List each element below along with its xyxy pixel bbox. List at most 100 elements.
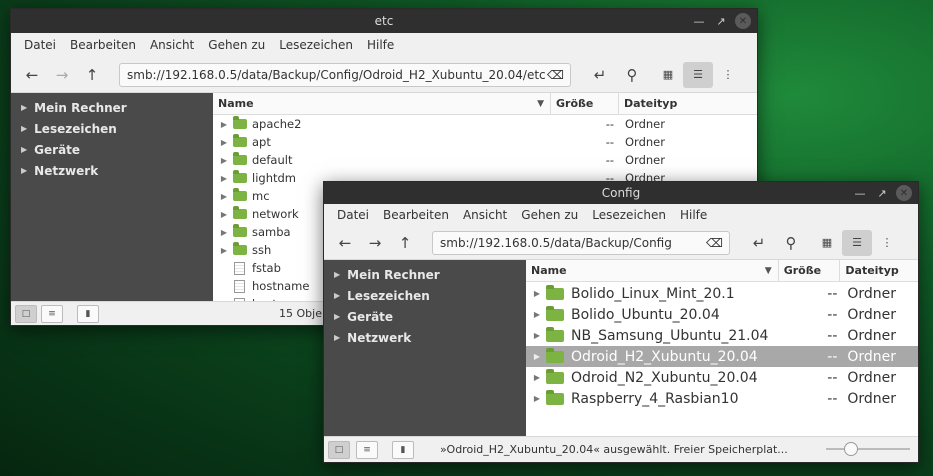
column-size[interactable]: Größe (551, 93, 619, 114)
zoom-slider-handle[interactable] (844, 442, 858, 456)
places-toggle-icon[interactable]: □ (15, 304, 37, 323)
list-item[interactable]: ▶ apache2 -- Ordner (213, 115, 757, 133)
sidebar-item-geraete[interactable]: ▶ Geräte (11, 139, 213, 160)
row-size: -- (827, 390, 838, 407)
column-name[interactable]: Name ▼ (213, 93, 551, 114)
minimize-icon[interactable]: — (852, 185, 868, 201)
expand-arrow-icon[interactable]: ▶ (334, 333, 340, 342)
arrow-left-icon[interactable]: ← (17, 62, 47, 88)
zoom-slider[interactable] (826, 442, 910, 456)
grid-view-icon[interactable]: ▦ (812, 230, 842, 256)
list-item[interactable]: ▶ Odroid_H2_Xubuntu_20.04 -- Ordner (526, 346, 918, 367)
column-type[interactable]: Dateityp (840, 260, 918, 281)
tree-toggle-icon[interactable]: ≡ (356, 440, 378, 459)
list-item[interactable]: ▶ Bolido_Linux_Mint_20.1 -- Ordner (526, 283, 918, 304)
expand-arrow-icon[interactable]: ▶ (334, 291, 340, 300)
expand-arrow-icon[interactable]: ▶ (217, 156, 231, 165)
list-item[interactable]: ▶ NB_Samsung_Ubuntu_21.04 -- Ordner (526, 325, 918, 346)
titlebar[interactable]: etc — ↗ ✕ (11, 9, 757, 33)
list-view-icon[interactable]: ☰ (683, 61, 713, 88)
expand-arrow-icon[interactable]: ▶ (530, 373, 544, 382)
expand-arrow-icon[interactable]: ▶ (530, 289, 544, 298)
sidebar-item-mein-rechner[interactable]: ▶ Mein Rechner (324, 264, 526, 285)
minimize-icon[interactable]: — (691, 13, 707, 29)
expand-arrow-icon[interactable]: ▶ (21, 166, 27, 175)
menu-hilfe[interactable]: Hilfe (673, 208, 714, 222)
compact-view-icon[interactable]: ⋮ (713, 62, 743, 88)
location-toggle-icon[interactable]: ↵ (744, 230, 774, 256)
menu-bearbeiten[interactable]: Bearbeiten (63, 38, 143, 52)
sort-down-icon[interactable]: ▼ (537, 99, 544, 109)
expand-arrow-icon[interactable]: ▶ (334, 270, 340, 279)
location-toggle-icon[interactable]: ↵ (585, 62, 615, 88)
expand-arrow-icon[interactable]: ▶ (21, 145, 27, 154)
list-item[interactable]: ▶ Bolido_Ubuntu_20.04 -- Ordner (526, 304, 918, 325)
expand-arrow-icon[interactable]: ▶ (217, 228, 231, 237)
menu-gehen-zu[interactable]: Gehen zu (201, 38, 272, 52)
list-item[interactable]: ▶ apt -- Ordner (213, 133, 757, 151)
folder-icon (233, 116, 247, 129)
arrow-up-icon[interactable]: ↑ (390, 230, 420, 256)
sidebar-item-lesezeichen[interactable]: ▶ Lesezeichen (324, 285, 526, 306)
sidebar-item-geraete[interactable]: ▶ Geräte (324, 306, 526, 327)
arrow-right-icon[interactable]: → (47, 62, 77, 88)
column-size[interactable]: Größe (779, 260, 841, 281)
expand-arrow-icon[interactable]: ▶ (217, 138, 231, 147)
close-icon[interactable]: ✕ (735, 13, 751, 29)
compact-view-icon[interactable]: ⋮ (872, 230, 902, 256)
expand-arrow-icon[interactable]: ▶ (217, 120, 231, 129)
expand-arrow-icon[interactable]: ▶ (217, 174, 231, 183)
menu-gehen-zu[interactable]: Gehen zu (514, 208, 585, 222)
expand-arrow-icon[interactable]: ▶ (217, 210, 231, 219)
expand-arrow-icon[interactable]: ▶ (530, 394, 544, 403)
maximize-icon[interactable]: ↗ (874, 185, 890, 201)
hide-sidebar-icon[interactable]: ▮ (77, 304, 99, 323)
arrow-right-icon[interactable]: → (360, 230, 390, 256)
column-name[interactable]: Name ▼ (526, 260, 779, 281)
expand-arrow-icon[interactable]: ▶ (334, 312, 340, 321)
list-item[interactable]: ▶ default -- Ordner (213, 151, 757, 169)
places-toggle-icon[interactable]: □ (328, 440, 350, 459)
arrow-up-icon[interactable]: ↑ (77, 62, 107, 88)
tree-toggle-icon[interactable]: ≡ (41, 304, 63, 323)
row-name-cell: ▶ apt (213, 134, 551, 149)
menu-hilfe[interactable]: Hilfe (360, 38, 401, 52)
file-list: Name ▼ Größe Dateityp ▶ Bolido_Linux_Mint_… (526, 260, 918, 436)
backspace-icon[interactable]: ⌫ (547, 68, 564, 82)
menu-datei[interactable]: Datei (330, 208, 376, 222)
expand-arrow-icon[interactable]: ▶ (217, 246, 231, 255)
zoom-slider-track (826, 448, 910, 450)
location-field[interactable]: smb://192.168.0.5/data/Backup/Config ⌫ (432, 230, 730, 255)
sidebar-item-netzwerk[interactable]: ▶ Netzwerk (324, 327, 526, 348)
search-icon[interactable]: ⚲ (617, 62, 647, 88)
list-view-icon[interactable]: ☰ (842, 229, 872, 256)
sidebar-item-lesezeichen[interactable]: ▶ Lesezeichen (11, 118, 213, 139)
backspace-icon[interactable]: ⌫ (706, 236, 723, 250)
grid-view-icon[interactable]: ▦ (653, 62, 683, 88)
location-field[interactable]: smb://192.168.0.5/data/Backup/Config/Odr… (119, 62, 571, 87)
expand-arrow-icon[interactable]: ▶ (530, 331, 544, 340)
menu-ansicht[interactable]: Ansicht (456, 208, 514, 222)
list-item[interactable]: ▶ Odroid_N2_Xubuntu_20.04 -- Ordner (526, 367, 918, 388)
menu-datei[interactable]: Datei (17, 38, 63, 52)
sidebar-item-netzwerk[interactable]: ▶ Netzwerk (11, 160, 213, 181)
expand-arrow-icon[interactable]: ▶ (530, 310, 544, 319)
sidebar-item-mein-rechner[interactable]: ▶ Mein Rechner (11, 97, 213, 118)
expand-arrow-icon[interactable]: ▶ (21, 124, 27, 133)
column-type[interactable]: Dateityp (619, 93, 749, 114)
list-item[interactable]: ▶ Raspberry_4_Rasbian10 -- Ordner (526, 388, 918, 409)
menu-lesezeichen[interactable]: Lesezeichen (272, 38, 360, 52)
sort-down-icon[interactable]: ▼ (765, 266, 772, 276)
expand-arrow-icon[interactable]: ▶ (21, 103, 27, 112)
search-icon[interactable]: ⚲ (776, 230, 806, 256)
expand-arrow-icon[interactable]: ▶ (217, 192, 231, 201)
menu-bearbeiten[interactable]: Bearbeiten (376, 208, 456, 222)
hide-sidebar-icon[interactable]: ▮ (392, 440, 414, 459)
menu-ansicht[interactable]: Ansicht (143, 38, 201, 52)
maximize-icon[interactable]: ↗ (713, 13, 729, 29)
titlebar[interactable]: Config — ↗ ✕ (324, 182, 918, 204)
expand-arrow-icon[interactable]: ▶ (530, 352, 544, 361)
close-icon[interactable]: ✕ (896, 185, 912, 201)
menu-lesezeichen[interactable]: Lesezeichen (585, 208, 673, 222)
arrow-left-icon[interactable]: ← (330, 230, 360, 256)
